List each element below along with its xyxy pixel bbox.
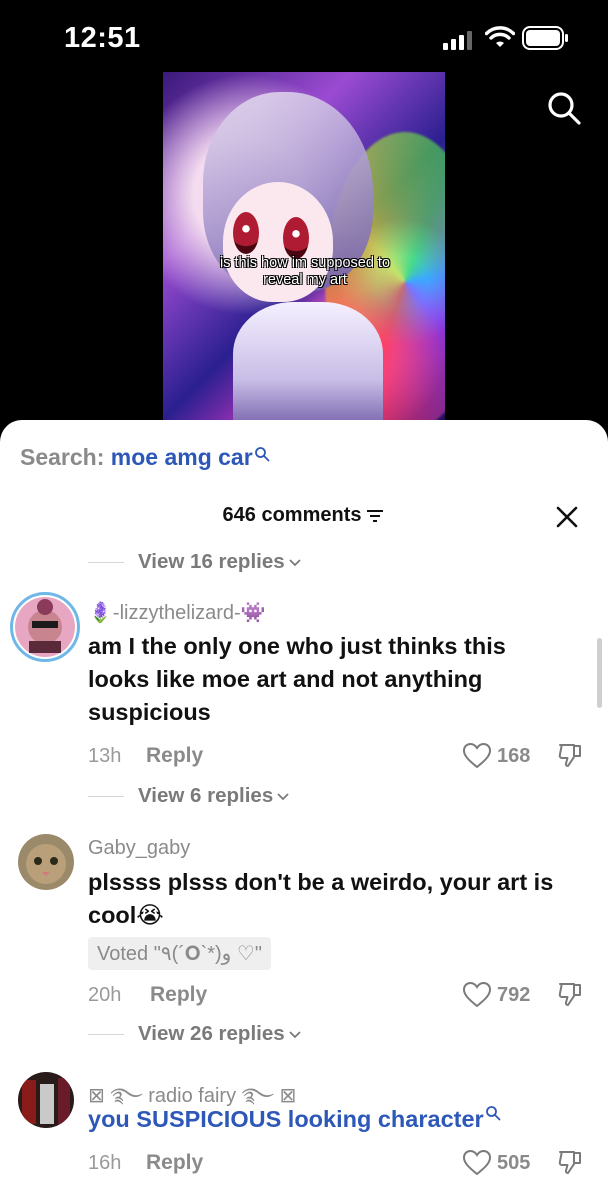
search-suggestion[interactable]: Search: moe amg car bbox=[20, 444, 270, 471]
comments-sheet: Search: moe amg car 646 comments View 16… bbox=[0, 420, 608, 1200]
view-replies-label: View 16 replies bbox=[138, 550, 285, 573]
comment-text: plssss plsss don't be a weirdo, your art… bbox=[88, 869, 554, 928]
like-count: 505 bbox=[497, 1152, 531, 1174]
video-player[interactable]: is this how im supposed to reveal my art bbox=[163, 72, 445, 422]
comment-time: 20h bbox=[88, 984, 122, 1006]
chevron-down-icon bbox=[289, 1030, 301, 1038]
avatar[interactable] bbox=[10, 592, 80, 662]
search-icon bbox=[485, 1106, 501, 1121]
battery-icon bbox=[522, 26, 568, 50]
reply-button[interactable]: Reply bbox=[146, 744, 203, 768]
comment-time: 13h bbox=[88, 745, 122, 767]
like-count: 792 bbox=[497, 984, 531, 1006]
search-term-link[interactable]: moe amg car bbox=[111, 444, 253, 470]
view-replies-label: View 26 replies bbox=[138, 1022, 285, 1045]
avatar-image bbox=[18, 1072, 74, 1128]
reply-button[interactable]: Reply bbox=[146, 1151, 203, 1175]
vote-badge: Voted "٩(´𝐎`*)و ♡" bbox=[88, 937, 271, 970]
divider bbox=[88, 796, 124, 798]
chevron-down-icon bbox=[289, 558, 301, 566]
divider bbox=[88, 562, 124, 564]
like-count: 168 bbox=[497, 745, 531, 767]
reply-button[interactable]: Reply bbox=[150, 983, 207, 1007]
comment-time: 16h bbox=[88, 1152, 122, 1174]
comments-header: 646 comments bbox=[0, 504, 608, 527]
chevron-down-icon bbox=[277, 792, 289, 800]
comment-username[interactable]: 🪻-lizzythelizard-👾 bbox=[88, 600, 266, 625]
view-replies-label: View 6 replies bbox=[138, 784, 274, 807]
heart-icon[interactable] bbox=[462, 1149, 492, 1176]
signal-icon bbox=[443, 31, 472, 50]
view-replies-button[interactable]: View 26 replies bbox=[88, 1022, 302, 1046]
comments-count: 646 comments bbox=[222, 504, 362, 526]
dislike-icon[interactable] bbox=[556, 741, 584, 769]
comment-text-search-link[interactable]: you SUSPICIOUS looking character bbox=[88, 1103, 558, 1136]
comment-username[interactable]: Gaby_gaby bbox=[88, 837, 190, 860]
video-caption: is this how im supposed to reveal my art bbox=[219, 255, 391, 288]
divider bbox=[88, 1034, 124, 1036]
status-bar: 12:51 bbox=[0, 0, 608, 80]
view-replies-button[interactable]: View 6 replies bbox=[88, 784, 290, 808]
heart-icon[interactable] bbox=[462, 981, 492, 1008]
close-icon[interactable] bbox=[556, 506, 578, 528]
comment-text: am I the only one who just thinks this l… bbox=[88, 633, 506, 725]
filter-icon[interactable] bbox=[365, 508, 385, 524]
wifi-icon bbox=[485, 26, 515, 47]
artwork-eye bbox=[233, 212, 259, 254]
avatar-image bbox=[18, 834, 74, 890]
search-icon[interactable] bbox=[546, 90, 582, 126]
artwork-eye bbox=[283, 217, 309, 259]
avatar[interactable] bbox=[18, 834, 74, 890]
comment-text: you SUSPICIOUS looking character bbox=[88, 1106, 484, 1132]
avatar[interactable] bbox=[18, 1072, 74, 1128]
dislike-icon[interactable] bbox=[556, 980, 584, 1008]
search-icon bbox=[254, 447, 270, 462]
view-replies-button[interactable]: View 16 replies bbox=[88, 550, 302, 574]
scrollbar[interactable] bbox=[597, 638, 602, 708]
artwork-dress bbox=[233, 302, 383, 422]
heart-icon[interactable] bbox=[462, 742, 492, 769]
avatar-image bbox=[15, 597, 75, 657]
dislike-icon[interactable] bbox=[556, 1148, 584, 1176]
search-prefix: Search: bbox=[20, 444, 105, 470]
status-time: 12:51 bbox=[64, 22, 141, 54]
